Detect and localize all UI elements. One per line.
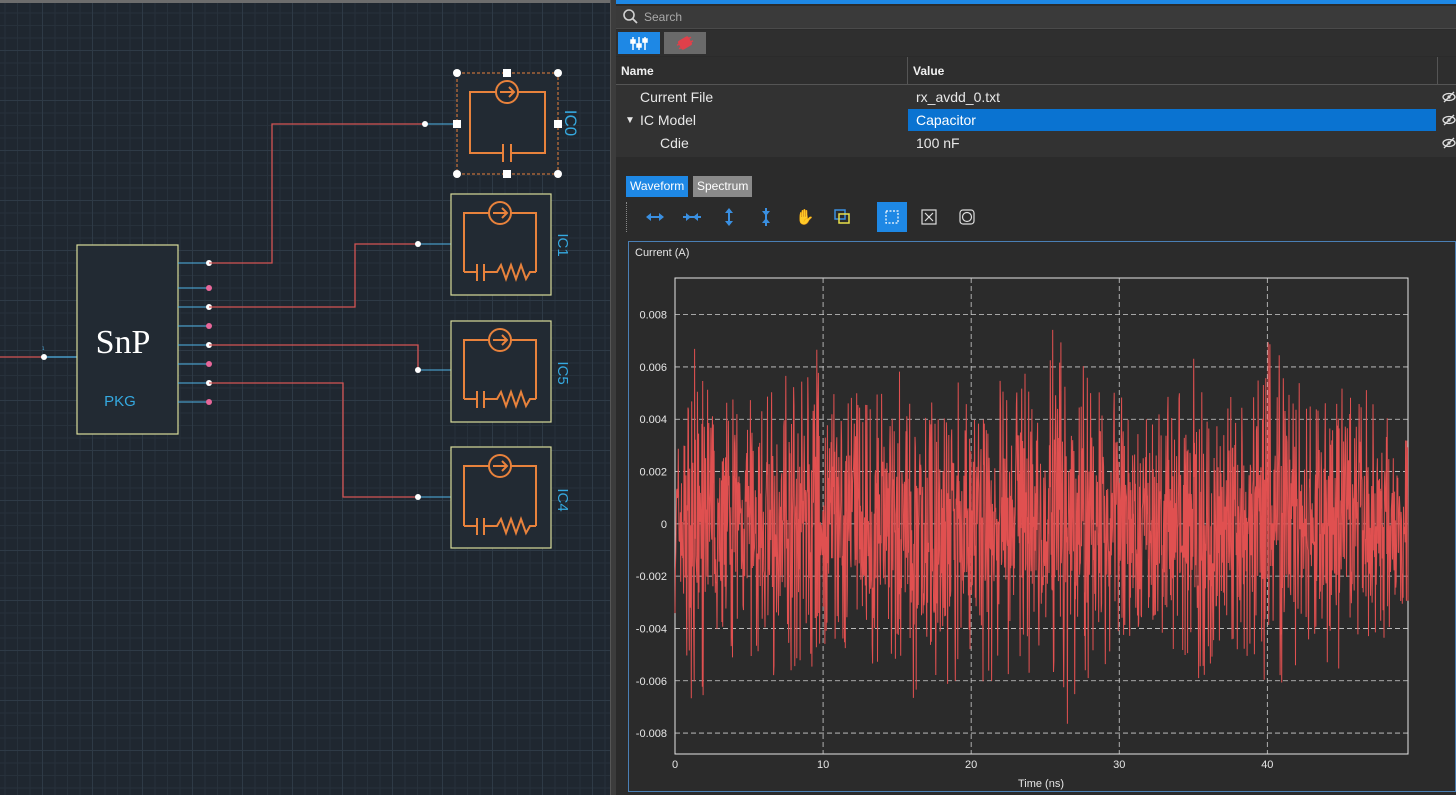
ic1-label: IC1 [554, 233, 571, 256]
zoom-out-x-button[interactable] [677, 202, 707, 232]
property-value-selected[interactable]: Capacitor [908, 109, 1436, 131]
property-row-current-file[interactable]: Current File rx_avdd_0.txt [616, 86, 1456, 109]
property-view-tabs [616, 30, 1456, 56]
panel-accent-bar [616, 0, 1456, 4]
column-header-name[interactable]: Name [616, 57, 908, 85]
ic5-block: IC5 [450, 320, 571, 423]
pkg-block: SnP PKG [76, 244, 179, 435]
y-tick-label: -0.002 [636, 571, 667, 583]
ic5-label: IC5 [554, 361, 571, 384]
y-tick-label: -0.006 [636, 676, 667, 688]
y-tick-label: 0.004 [639, 414, 667, 426]
select-box-icon [885, 210, 899, 224]
tab-properties[interactable] [618, 32, 660, 54]
ic4-label: IC4 [554, 488, 571, 511]
zoom-out-y-button[interactable] [751, 202, 781, 232]
select-box-button[interactable] [877, 202, 907, 232]
tab-spectrum[interactable]: Spectrum [693, 176, 753, 197]
column-header-value[interactable]: Value [908, 57, 1438, 85]
expand-triangle-icon[interactable]: ▼ [625, 115, 635, 126]
search-input[interactable] [642, 8, 1426, 26]
chip-bug-icon [676, 36, 694, 50]
y-tick-label: 0 [661, 519, 667, 531]
x-tick-label: 10 [817, 759, 829, 771]
y-tick-label: 0.006 [639, 362, 667, 374]
y-tick-label: 0.002 [639, 467, 667, 479]
x-tick-label: 30 [1113, 759, 1125, 771]
property-row-cdie[interactable]: Cdie 100 nF [616, 132, 1456, 155]
property-name: Cdie [660, 135, 689, 151]
fit-all-button[interactable] [914, 202, 944, 232]
waveform-chart[interactable]: Current (A) Time (ns) 0.008 0.006 0.004 0.0… [628, 241, 1456, 792]
sliders-icon [630, 37, 648, 50]
visibility-icon[interactable] [1442, 136, 1456, 152]
x-tick-label: 0 [672, 759, 678, 771]
pan-button[interactable]: ✋ [790, 202, 820, 232]
zoom-box-icon [834, 209, 850, 224]
x-tick-label: 40 [1261, 759, 1273, 771]
tab-waveform[interactable]: Waveform [626, 176, 689, 197]
y-tick-label: -0.004 [636, 623, 667, 635]
reset-zoom-button[interactable] [952, 202, 982, 232]
property-value[interactable]: 100 nF [908, 132, 1436, 154]
ic1-block: IC1 [450, 193, 571, 296]
tab-diagnostics[interactable] [664, 32, 706, 54]
toolbar-grip [626, 202, 629, 232]
pkg-label: PKG [104, 393, 136, 410]
zoom-in-x-icon [646, 213, 664, 221]
svg-text:1: 1 [42, 346, 45, 351]
zoom-out-x-icon [683, 213, 701, 221]
property-table: Name Value Current File rx_avdd_0.txt ▼ … [616, 57, 1456, 157]
chart-svg: Current (A) Time (ns) 0.008 0.006 0.004 0.0… [635, 247, 1409, 790]
reset-zoom-icon [959, 209, 975, 225]
ic4-block: IC4 [450, 446, 571, 549]
pkg-title: SnP [96, 324, 151, 361]
chart-toolbar: ✋ [626, 200, 1456, 236]
schematic-canvas[interactable]: 1 SnP PKG IC0 IC1 IC5 IC4 [0, 0, 610, 795]
ic0-block: IC0 [453, 69, 580, 178]
pan-hand-icon: ✋ [795, 208, 815, 226]
ic0-label: IC0 [561, 110, 580, 136]
y-tick-label: -0.008 [636, 728, 667, 740]
y-tick-label: 0.008 [639, 310, 667, 322]
property-row-ic-model[interactable]: ▼ IC Model Capacitor [616, 109, 1456, 132]
search-bar [616, 6, 1456, 29]
y-axis-label: Current (A) [635, 247, 689, 259]
column-header-extra [1438, 57, 1456, 85]
schematic-drawing: 1 SnP PKG IC0 IC1 IC5 IC4 [0, 69, 580, 549]
x-tick-label: 20 [965, 759, 977, 771]
property-name: Current File [640, 89, 714, 105]
zoom-in-x-button[interactable] [640, 202, 670, 232]
visibility-icon[interactable] [1442, 113, 1456, 129]
fit-all-icon [921, 209, 937, 225]
chart-tabs: Waveform Spectrum [616, 174, 1456, 198]
properties-panel: Name Value Current File rx_avdd_0.txt ▼ … [616, 0, 1456, 795]
property-name: IC Model [640, 112, 697, 128]
canvas-top-border [0, 0, 610, 3]
search-icon [622, 8, 638, 29]
property-value[interactable]: rx_avdd_0.txt [908, 86, 1436, 108]
visibility-icon[interactable] [1442, 90, 1456, 106]
input-port-dot [41, 354, 47, 360]
zoom-in-y-button[interactable] [714, 202, 744, 232]
zoom-in-y-icon [725, 208, 733, 226]
x-axis-label: Time (ns) [1018, 778, 1064, 790]
zoom-box-button[interactable] [827, 202, 857, 232]
zoom-out-y-icon [762, 208, 770, 226]
